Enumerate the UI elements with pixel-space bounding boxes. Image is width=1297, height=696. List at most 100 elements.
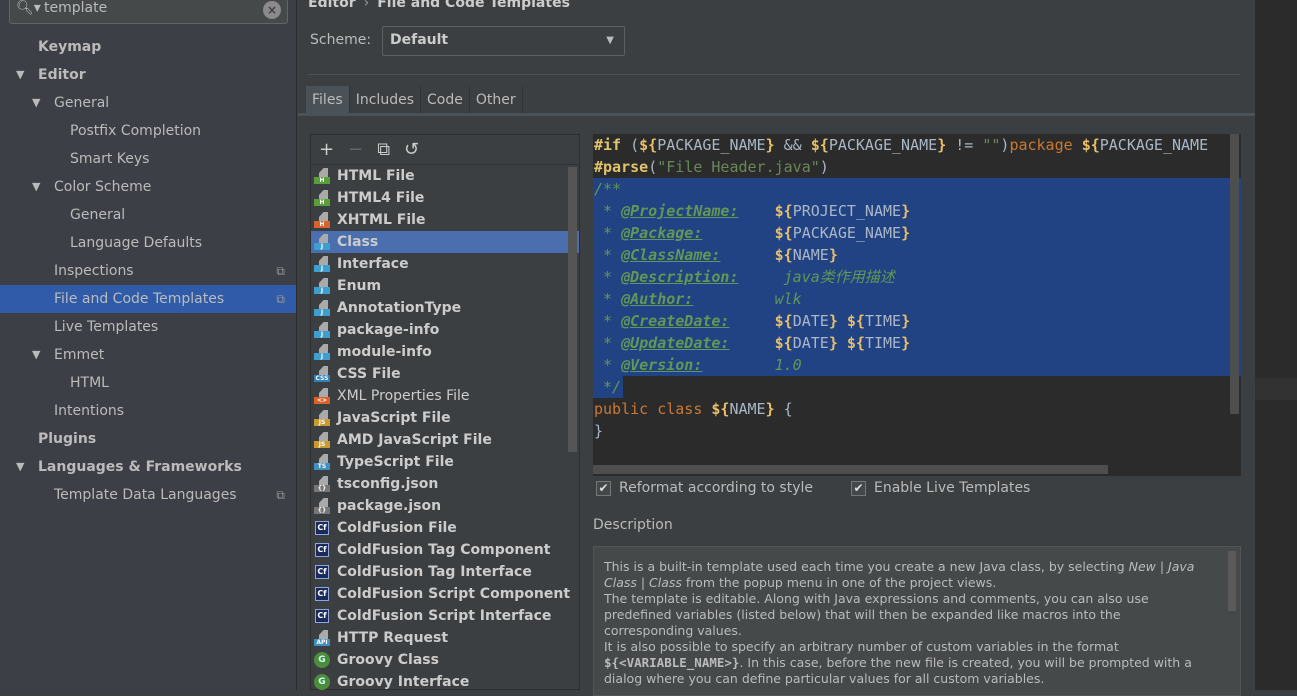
template-list-item[interactable]: H HTML File xyxy=(311,165,579,187)
copy-icon[interactable]: ⧉ xyxy=(377,139,390,160)
sidebar-item[interactable]: ▼ Editor xyxy=(0,61,296,89)
code-token: ${ xyxy=(774,312,793,330)
template-list-item[interactable]: Cf ColdFusion File xyxy=(311,517,579,539)
code-line[interactable]: * @Package: ${PACKAGE_NAME} xyxy=(593,222,1241,244)
list-scrollbar[interactable] xyxy=(568,167,577,452)
sidebar-item-label: Keymap xyxy=(38,39,102,55)
badge: {} xyxy=(314,507,330,514)
expand-arrow-icon[interactable]: ▼ xyxy=(32,341,40,369)
template-list-item[interactable]: J AnnotationType xyxy=(311,297,579,319)
template-list-item[interactable]: API HTTP Request xyxy=(311,627,579,649)
template-list-item[interactable]: TS TypeScript File xyxy=(311,451,579,473)
tab-code[interactable]: Code xyxy=(421,86,470,114)
add-icon[interactable]: + xyxy=(319,139,334,160)
description-scrollbar[interactable] xyxy=(1228,551,1236,611)
code-line[interactable]: * @Version: 1.0 xyxy=(593,354,1241,376)
template-list-item[interactable]: Jmodule-info xyxy=(311,341,579,363)
code-line[interactable]: * @ClassName: ${NAME} xyxy=(593,244,1241,266)
code-token: } xyxy=(765,400,775,418)
template-code-editor[interactable]: #if (${PACKAGE_NAME} && ${PACKAGE_NAME} … xyxy=(593,134,1241,476)
remove-icon[interactable]: − xyxy=(348,139,363,160)
expand-arrow-icon[interactable]: ▼ xyxy=(32,173,40,201)
code-line[interactable]: * @CreateDate: ${DATE} ${TIME} xyxy=(593,310,1241,332)
template-list-item[interactable]: CSS CSS File xyxy=(311,363,579,385)
sidebar-item[interactable]: Plugins xyxy=(0,425,296,453)
tab-files[interactable]: Files xyxy=(306,86,350,114)
sidebar-item[interactable]: ▼ Languages & Frameworks xyxy=(0,453,296,481)
editor-horizontal-scrollbar[interactable] xyxy=(593,465,1108,474)
code-line[interactable]: * @ProjectName: ${PROJECT_NAME} xyxy=(593,200,1241,222)
template-list-item[interactable]: J Enum xyxy=(311,275,579,297)
template-list-item[interactable]: H XHTML File xyxy=(311,209,579,231)
checkbox-checked-icon[interactable]: ✔ xyxy=(851,480,866,496)
sidebar-item[interactable]: General xyxy=(0,201,296,229)
sidebar-item[interactable]: ▼ General xyxy=(0,89,296,117)
code-line[interactable]: * @Author: wlk xyxy=(593,288,1241,310)
breadcrumb: Editor › File and Code Templates xyxy=(308,0,570,11)
code-line[interactable]: public class ${NAME} { xyxy=(593,398,1241,420)
code-line[interactable]: /** xyxy=(593,178,1241,200)
sidebar-item[interactable]: Postfix Completion xyxy=(0,117,296,145)
reformat-checkbox[interactable]: ✔ Reformat according to style xyxy=(596,480,813,496)
clear-search-icon[interactable]: × xyxy=(263,1,281,19)
template-name: AnnotationType xyxy=(337,300,462,316)
sidebar-item[interactable]: ▼ Color Scheme xyxy=(0,173,296,201)
java-file-icon: J xyxy=(314,256,330,272)
template-list-item[interactable]: Cf ColdFusion Script Interface xyxy=(311,605,579,627)
sidebar-item[interactable]: Intentions xyxy=(0,397,296,425)
code-line[interactable]: } xyxy=(593,420,1241,442)
breadcrumb-parent[interactable]: Editor xyxy=(308,0,356,11)
sidebar-item[interactable]: File and Code Templates ⧉ xyxy=(0,285,296,313)
template-name: XML Properties File xyxy=(337,388,470,404)
template-list-item[interactable]: JS JavaScript File xyxy=(311,407,579,429)
code-token: } xyxy=(765,136,775,154)
tab-other[interactable]: Other xyxy=(469,86,523,114)
expand-arrow-icon[interactable]: ▼ xyxy=(16,61,24,89)
badge: JS xyxy=(314,441,330,448)
code-token: DATE xyxy=(792,312,829,330)
sidebar-item[interactable]: Inspections ⧉ xyxy=(0,257,296,285)
template-list-item[interactable]: Cf ColdFusion Tag Component xyxy=(311,539,579,561)
expand-arrow-icon[interactable]: ▼ xyxy=(32,89,40,117)
template-list-item[interactable]: JS AMD JavaScript File xyxy=(311,429,579,451)
template-list-item[interactable]: Jpackage-info xyxy=(311,319,579,341)
sidebar-item[interactable]: HTML xyxy=(0,369,296,397)
search-icon[interactable]: 🔍︎▾ xyxy=(16,0,41,16)
template-list-item[interactable]: H HTML4 File xyxy=(311,187,579,209)
template-list-item[interactable]: Cf ColdFusion Tag Interface xyxy=(311,561,579,583)
editor-vertical-scrollbar[interactable] xyxy=(1230,134,1239,414)
desc-text: This is a built-in template used each ti… xyxy=(604,559,1129,574)
sidebar-item-label: Language Defaults xyxy=(70,235,202,251)
settings-search-field[interactable]: 🔍︎▾ template × xyxy=(9,0,288,24)
code-line[interactable]: */ xyxy=(593,376,1241,398)
live-templates-checkbox[interactable]: ✔ Enable Live Templates xyxy=(851,480,1030,496)
template-list-item[interactable]: Cf ColdFusion Script Component xyxy=(311,583,579,605)
scheme-dropdown[interactable]: Default ▼ xyxy=(382,26,625,56)
code-line[interactable]: * @Description: java类作用描述 xyxy=(593,266,1241,288)
code-line[interactable]: * @UpdateDate: ${DATE} ${TIME} xyxy=(593,332,1241,354)
template-list-item[interactable]: {} tsconfig.json xyxy=(311,473,579,495)
code-line[interactable]: #if (${PACKAGE_NAME} && ${PACKAGE_NAME} … xyxy=(593,134,1241,156)
template-list-item[interactable]: <> XML Properties File xyxy=(311,385,579,407)
sidebar-item[interactable]: Keymap xyxy=(0,33,296,61)
template-list-item[interactable]: J Interface xyxy=(311,253,579,275)
expand-arrow-icon[interactable]: ▼ xyxy=(16,453,24,481)
tab-includes[interactable]: Includes xyxy=(349,86,421,114)
code-line[interactable]: #parse("File Header.java") xyxy=(593,156,1241,178)
sidebar-item-label: Postfix Completion xyxy=(70,123,202,139)
list-toolbar: + − ⧉ ↺ xyxy=(311,135,579,165)
code-token: ${ xyxy=(774,246,793,264)
template-name: Interface xyxy=(337,256,409,272)
sidebar-item[interactable]: Smart Keys xyxy=(0,145,296,173)
reset-icon[interactable]: ↺ xyxy=(404,139,419,160)
template-list-item[interactable]: {} package.json xyxy=(311,495,579,517)
sidebar-item[interactable]: Language Defaults xyxy=(0,229,296,257)
sidebar-item[interactable]: Live Templates xyxy=(0,313,296,341)
checkbox-checked-icon[interactable]: ✔ xyxy=(596,480,611,496)
sidebar-item[interactable]: Template Data Languages ⧉ xyxy=(0,481,296,509)
template-list-item[interactable]: J Class xyxy=(311,231,579,253)
template-list-item[interactable]: G Groovy Class xyxy=(311,649,579,671)
badge: TS xyxy=(314,463,330,470)
search-input[interactable]: template xyxy=(44,0,107,16)
sidebar-item[interactable]: ▼ Emmet xyxy=(0,341,296,369)
